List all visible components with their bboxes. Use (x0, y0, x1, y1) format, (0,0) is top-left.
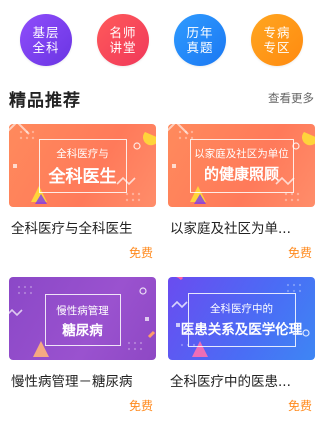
course-price: 免费 (287, 246, 312, 260)
course-banner: 全科医疗与 全科医生 (9, 124, 156, 207)
banner-line-2: 的健康照顾 (203, 165, 279, 183)
course-title: 慢性病管理－糖尿病 (11, 374, 133, 390)
category-label: 专病专区 (263, 25, 291, 55)
category-nav: 基层全科 名师讲堂 历年真题 专病专区 (0, 14, 322, 70)
banner-line-1: 全科医疗与 (56, 148, 109, 160)
banner-line-2: 糖尿病 (62, 323, 103, 339)
category-label: 历年真题 (186, 25, 214, 55)
category-label: 名师讲堂 (109, 25, 137, 55)
category-zhuanbing-zhuanqu[interactable]: 专病专区 (251, 14, 303, 66)
banner-line-1: 以家庭及社区为单位 (194, 148, 289, 160)
course-banner: 全科医疗中的 医患关系及医学伦理 (168, 277, 315, 360)
category-jiceng-quanke[interactable]: 基层全科 (20, 14, 72, 66)
course-title: 全科医疗与全科医生 (11, 221, 133, 237)
category-label: 基层全科 (32, 25, 60, 55)
category-mingshi-jiangtang[interactable]: 名师讲堂 (97, 14, 149, 66)
banner-line-2: 医患关系及医学伦理 (180, 322, 303, 338)
banner-line-2: 全科医生 (48, 167, 117, 187)
course-title: 以家庭及社区为单... (170, 221, 291, 237)
banner-line-1: 全科医疗中的 (210, 303, 273, 315)
course-price: 免费 (287, 399, 312, 413)
course-card[interactable]: 全科医疗与 全科医生 全科医疗与全科医生 免费 (9, 124, 156, 260)
course-banner: 慢性病管理 糖尿病 (9, 277, 156, 360)
banner-line-1: 慢性病管理 (56, 305, 109, 317)
course-card[interactable]: 以家庭及社区为单位 的健康照顾 以家庭及社区为单... 免费 (168, 124, 315, 260)
course-banner: 以家庭及社区为单位 的健康照顾 (168, 124, 315, 207)
section-title: 精品推荐 (9, 91, 81, 111)
view-more-link[interactable]: 查看更多 (268, 90, 314, 106)
course-card[interactable]: 全科医疗中的 医患关系及医学伦理 全科医疗中的医患... 免费 (168, 277, 315, 413)
course-title: 全科医疗中的医患... (170, 374, 291, 390)
course-card[interactable]: 慢性病管理 糖尿病 慢性病管理－糖尿病 免费 (9, 277, 156, 413)
course-price: 免费 (128, 399, 153, 413)
course-price: 免费 (128, 246, 153, 260)
category-linian-zhenti[interactable]: 历年真题 (174, 14, 226, 66)
